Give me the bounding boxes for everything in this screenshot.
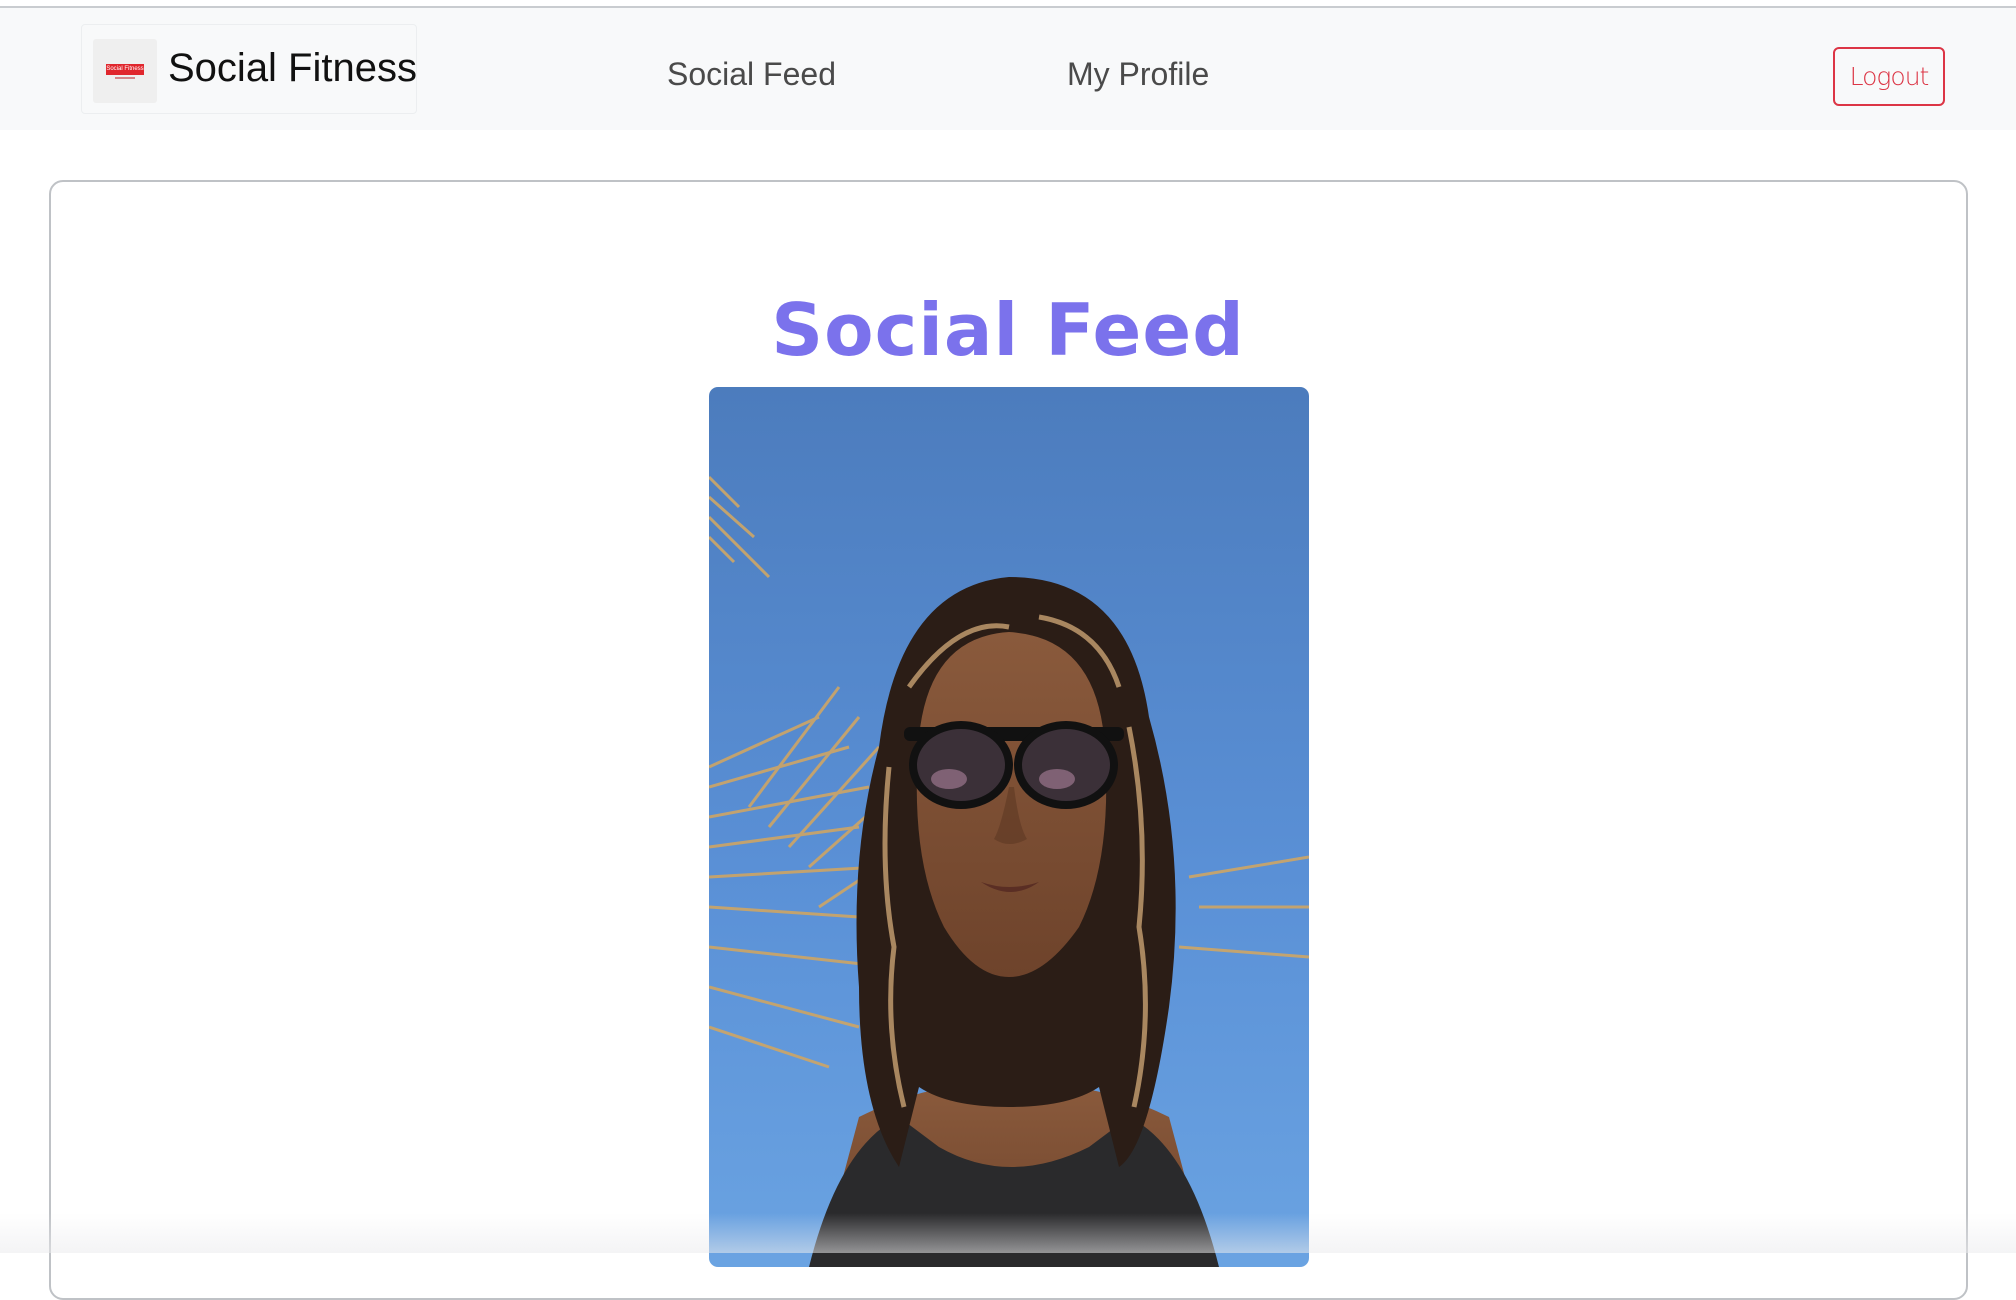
- brand-logo-icon: Social Fitness: [93, 39, 157, 103]
- post-image[interactable]: [709, 387, 1309, 1267]
- user-selfie-photo-icon: [709, 387, 1309, 1267]
- top-navbar: Social Fitness Social Fitness Social Fee…: [0, 8, 2016, 130]
- page-title: Social Feed: [771, 288, 1245, 373]
- nav-link-my-profile[interactable]: My Profile: [1067, 54, 1209, 94]
- brand-link[interactable]: Social Fitness Social Fitness: [81, 24, 417, 114]
- brand-name: Social Fitness: [168, 46, 417, 90]
- brand-logo-banner: Social Fitness: [106, 64, 144, 75]
- nav-link-social-feed[interactable]: Social Feed: [667, 54, 836, 94]
- logout-button[interactable]: Logout: [1833, 47, 1945, 106]
- brand-logo-tagline: [115, 77, 135, 79]
